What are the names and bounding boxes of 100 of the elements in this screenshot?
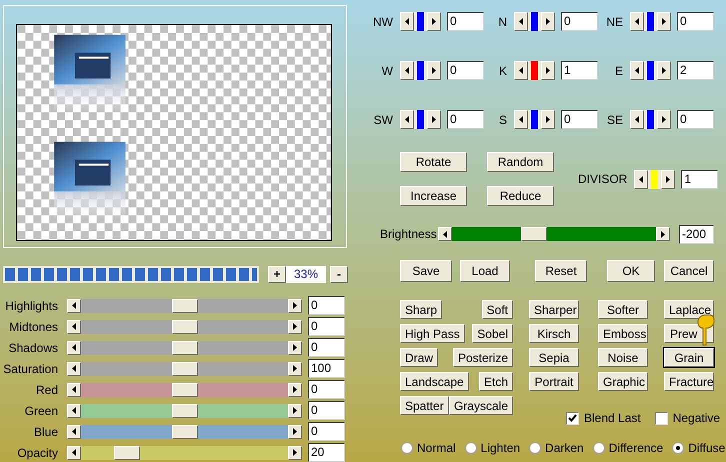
radio-button[interactable] <box>401 442 413 454</box>
value-field[interactable]: 0 <box>308 401 345 420</box>
value-field[interactable]: 0 <box>677 12 714 31</box>
scroll-left-button[interactable] <box>400 12 414 31</box>
scroll-right-button[interactable] <box>288 340 302 354</box>
slider-thumb[interactable] <box>172 340 198 354</box>
slider-thumb[interactable] <box>531 61 538 80</box>
scroll-left-button[interactable] <box>514 110 528 129</box>
scroll-left-button[interactable] <box>67 404 81 418</box>
radio-button[interactable] <box>529 442 542 454</box>
filter-button[interactable]: Sharper <box>529 300 579 319</box>
slider-thumb[interactable] <box>114 446 140 460</box>
filter-button[interactable]: Laplace <box>664 300 714 319</box>
scroll-right-button[interactable] <box>541 61 555 80</box>
scroll-left-button[interactable] <box>67 362 81 376</box>
matrix-button[interactable]: Random <box>487 152 554 172</box>
scroll-right-button[interactable] <box>657 61 671 80</box>
scroll-left-button[interactable] <box>67 298 81 312</box>
filter-button[interactable]: Spatter <box>400 396 449 415</box>
scroll-right-button[interactable] <box>657 110 671 129</box>
filter-button[interactable]: Fracture <box>664 372 714 391</box>
value-field[interactable]: 0 <box>561 110 598 129</box>
slider-thumb[interactable] <box>531 12 538 31</box>
scroll-left-button[interactable] <box>67 320 81 334</box>
matrix-button[interactable]: Reduce <box>487 186 554 206</box>
scroll-right-button[interactable] <box>541 12 555 31</box>
filter-button[interactable]: Noise <box>598 348 648 367</box>
scroll-left-button[interactable] <box>438 227 452 241</box>
scroll-right-button[interactable] <box>541 110 555 129</box>
zoom-in-button[interactable]: + <box>268 266 286 282</box>
checkbox[interactable] <box>654 412 668 424</box>
value-field[interactable]: 0 <box>308 380 345 399</box>
value-field[interactable]: 0 <box>308 296 345 315</box>
slider-thumb[interactable] <box>417 12 424 31</box>
filter-button[interactable]: Landscape <box>400 372 469 391</box>
brightness-field[interactable]: -200 <box>679 224 714 244</box>
value-field[interactable]: 2 <box>677 61 714 80</box>
action-button[interactable]: Reset <box>535 260 587 282</box>
filter-button[interactable]: Graphic <box>598 372 648 391</box>
filter-button[interactable]: Grayscale <box>448 396 513 415</box>
value-field[interactable]: 0 <box>561 12 598 31</box>
value-field[interactable]: 0 <box>308 338 345 357</box>
slider-thumb[interactable] <box>172 404 198 418</box>
scroll-left-button[interactable] <box>630 12 644 31</box>
filter-button[interactable]: Etch <box>478 372 513 391</box>
value-field[interactable]: 0 <box>308 422 345 441</box>
filter-button[interactable]: Grain <box>664 348 714 367</box>
value-field[interactable]: 1 <box>561 61 598 80</box>
scroll-right-button[interactable] <box>657 12 671 31</box>
radio-button[interactable] <box>672 442 684 454</box>
slider-thumb[interactable] <box>172 320 198 334</box>
slider-thumb[interactable] <box>647 110 654 129</box>
filter-button[interactable]: Posterize <box>452 348 513 367</box>
value-field[interactable]: 0 <box>447 61 484 80</box>
scroll-right-button[interactable] <box>661 170 676 188</box>
scroll-left-button[interactable] <box>634 170 648 188</box>
value-field[interactable]: 0 <box>447 110 484 129</box>
value-field[interactable]: 100 <box>308 359 345 378</box>
scroll-left-button[interactable] <box>630 110 644 129</box>
scroll-right-button[interactable] <box>656 227 670 241</box>
scroll-right-button[interactable] <box>288 424 302 438</box>
action-button[interactable]: Load <box>460 260 510 282</box>
slider-thumb[interactable] <box>520 227 547 241</box>
action-button[interactable]: Save <box>400 260 452 282</box>
value-field[interactable]: 0 <box>447 12 484 31</box>
checkbox[interactable] <box>566 412 579 424</box>
scroll-left-button[interactable] <box>400 61 414 80</box>
scroll-right-button[interactable] <box>288 362 302 376</box>
slider-thumb[interactable] <box>647 61 654 80</box>
scroll-left-button[interactable] <box>67 382 81 396</box>
filter-button[interactable]: Emboss <box>598 324 648 343</box>
scroll-right-button[interactable] <box>288 298 302 312</box>
value-field[interactable]: 20 <box>308 443 345 462</box>
action-button[interactable]: OK <box>607 260 655 282</box>
filter-button[interactable]: High Pass <box>400 324 465 343</box>
matrix-button[interactable]: Rotate <box>400 152 467 172</box>
slider-thumb[interactable] <box>647 12 654 31</box>
divisor-field[interactable]: 1 <box>681 170 718 188</box>
action-button[interactable]: Cancel <box>664 260 714 282</box>
scroll-right-button[interactable] <box>427 110 441 129</box>
scroll-right-button[interactable] <box>288 320 302 334</box>
slider-thumb[interactable] <box>172 362 198 376</box>
filter-button[interactable]: Sobel <box>472 324 513 343</box>
slider-thumb[interactable] <box>417 61 424 80</box>
filter-button[interactable]: Sepia <box>529 348 579 367</box>
scroll-left-button[interactable] <box>67 446 81 460</box>
matrix-button[interactable]: Increase <box>400 186 467 206</box>
radio-button[interactable] <box>464 442 477 454</box>
scroll-left-button[interactable] <box>400 110 414 129</box>
filter-button[interactable]: Portrait <box>529 372 579 391</box>
value-field[interactable]: 0 <box>308 317 345 336</box>
slider-thumb[interactable] <box>531 110 538 129</box>
scroll-right-button[interactable] <box>288 382 302 396</box>
slider-thumb[interactable] <box>172 382 198 396</box>
filter-button[interactable]: Draw <box>400 348 438 367</box>
filter-button[interactable]: Kirsch <box>529 324 579 343</box>
scroll-right-button[interactable] <box>427 12 441 31</box>
filter-button[interactable]: Sharp <box>400 300 442 319</box>
value-field[interactable]: 0 <box>677 110 714 129</box>
scroll-left-button[interactable] <box>514 61 528 80</box>
